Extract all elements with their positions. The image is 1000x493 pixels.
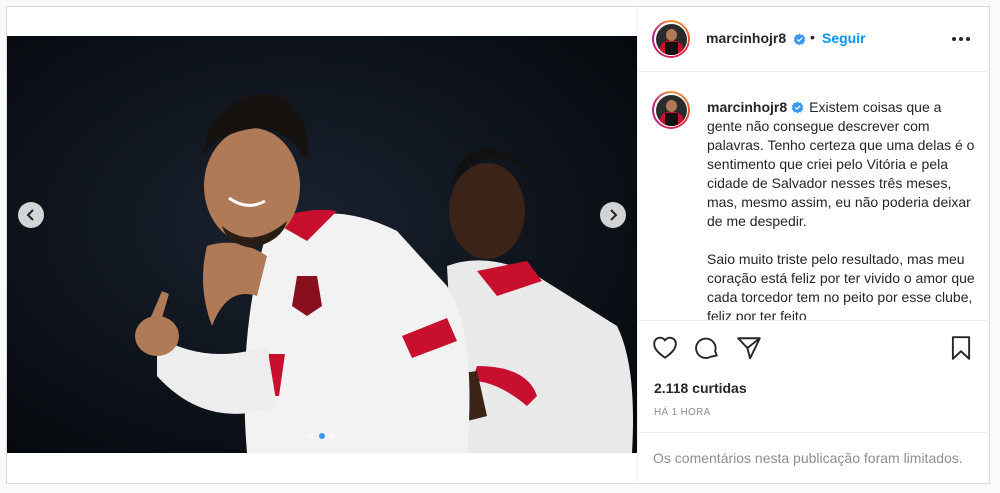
- players-celebrating-image: [7, 36, 637, 453]
- comments-limited-notice: Os comentários nesta publicação foram li…: [638, 432, 990, 483]
- post-header: marcinhojr8 • Seguir: [638, 7, 990, 72]
- save-button[interactable]: [948, 335, 976, 363]
- caption-avatar[interactable]: [652, 91, 690, 129]
- like-button[interactable]: [652, 335, 680, 363]
- action-bar: 2.118 curtidas HÁ 1 HORA: [638, 320, 990, 432]
- avatar[interactable]: [652, 20, 690, 58]
- carousel-dot: [329, 433, 335, 439]
- carousel-prev-button[interactable]: [18, 202, 44, 228]
- carousel-next-button[interactable]: [600, 202, 626, 228]
- verified-badge-icon: [791, 101, 804, 114]
- header-separator: •: [810, 29, 815, 45]
- caption-paragraph-1: Existem coisas que a gente não consegue …: [707, 99, 975, 229]
- post-media: [7, 7, 637, 483]
- likes-count[interactable]: 2.118 curtidas: [654, 380, 747, 396]
- bookmark-icon: [951, 336, 971, 360]
- post-timestamp[interactable]: HÁ 1 HORA: [654, 407, 711, 418]
- comments-limited-text: Os comentários nesta publicação foram li…: [653, 450, 963, 466]
- heart-icon: [653, 336, 677, 359]
- header-username[interactable]: marcinhojr8: [706, 30, 786, 46]
- caption-text: marcinhojr8 Existem coisas que a gente nã…: [707, 98, 975, 320]
- instagram-post: marcinhojr8 • Seguir marcinhojr8 Existem …: [6, 6, 990, 484]
- comment-button[interactable]: [694, 335, 722, 363]
- share-button[interactable]: [736, 335, 764, 363]
- post-photo[interactable]: [7, 36, 637, 453]
- carousel-dot: [319, 433, 325, 439]
- chevron-left-icon: [26, 209, 34, 221]
- caption-username[interactable]: marcinhojr8: [707, 99, 787, 115]
- caption-paragraph-2: Saio muito triste pelo resultado, mas me…: [707, 251, 975, 320]
- caption-area: marcinhojr8 Existem coisas que a gente nã…: [638, 72, 990, 320]
- carousel-dot: [309, 433, 315, 439]
- follow-button[interactable]: Seguir: [822, 30, 866, 46]
- verified-badge-icon: [790, 31, 806, 49]
- post-sidebar: marcinhojr8 • Seguir marcinhojr8 Existem …: [637, 7, 990, 483]
- paper-plane-icon: [737, 337, 761, 360]
- carousel-indicator: [7, 433, 637, 439]
- comment-bubble-icon: [695, 337, 718, 359]
- chevron-right-icon: [610, 209, 618, 221]
- more-options-icon[interactable]: [950, 29, 972, 49]
